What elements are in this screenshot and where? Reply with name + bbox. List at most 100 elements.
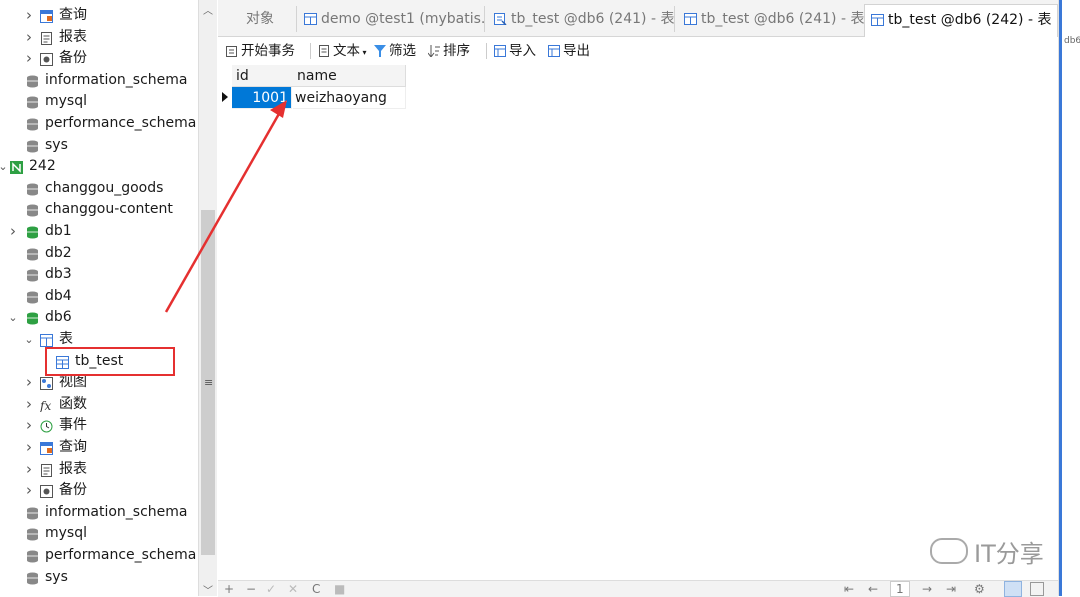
tree-item-[interactable]: › 备份 (0, 48, 198, 69)
wechat-logo-icon (930, 538, 968, 564)
export-icon (548, 43, 560, 57)
settings-gear-icon[interactable]: ⚙ (974, 581, 985, 597)
discard-changes-button[interactable]: ✕ (288, 581, 298, 597)
tree-item-db2[interactable]: db2 (0, 243, 198, 264)
current-row-marker-icon (222, 92, 228, 102)
tree-item-db4[interactable]: db4 (0, 286, 198, 307)
last-page-icon[interactable]: ⇥ (946, 581, 956, 597)
tables-icon (40, 333, 53, 347)
chevron-right-icon[interactable]: › (24, 480, 34, 501)
grid-view-icon[interactable] (1004, 581, 1022, 597)
tree-item-[interactable]: › 报表 (0, 459, 198, 480)
tree-scrollbar[interactable]: ︿ ﹀ (198, 0, 217, 597)
tree-item-changgou_goods[interactable]: changgou_goods (0, 178, 198, 199)
filter-button[interactable]: 筛选 (374, 41, 416, 61)
tab-objects[interactable]: 对象 (224, 6, 297, 32)
tree-item-label: information_schema (45, 503, 188, 520)
chevron-right-icon[interactable]: › (24, 5, 34, 26)
chevron-right-icon[interactable]: › (8, 221, 18, 242)
tree-item-label: db3 (45, 266, 72, 283)
previous-page-icon[interactable]: ← (868, 581, 878, 597)
tab-tb-test-241-query[interactable]: tb_test @db6 (241) - 表 (488, 6, 675, 32)
database-icon (26, 95, 39, 109)
tree-item-label: 查询 (59, 7, 87, 23)
tree-item-mysql[interactable]: mysql (0, 91, 198, 112)
chevron-right-icon[interactable]: › (24, 27, 34, 48)
first-page-icon[interactable]: ⇤ (844, 581, 854, 597)
tree-item-sys[interactable]: sys (0, 567, 198, 588)
tab-label: 对象 (246, 11, 274, 27)
chevron-down-icon[interactable]: ⌄ (0, 156, 8, 177)
tree-item-label: 函数 (59, 395, 87, 412)
table-cell-name[interactable]: weizhaoyang (293, 87, 406, 109)
table-toolbar: 开始事务 文本 ▾ 筛选 排序 导入 导出 (218, 37, 1058, 63)
tab-tb-test-242-table[interactable]: tb_test @db6 (242) - 表 (864, 4, 1058, 37)
tree-item-db1[interactable]: › db1 (0, 221, 198, 242)
tree-item-mysql[interactable]: mysql (0, 523, 198, 544)
chevron-down-icon[interactable]: ⌄ (24, 329, 34, 350)
tab-label: tb_test @db6 (241) - 表 (701, 11, 865, 27)
tree-item-label: 报表 (59, 460, 87, 477)
transaction-icon (226, 43, 238, 57)
tree-item-label: sys (45, 136, 68, 153)
tab-demo-test1[interactable]: demo @test1 (mybatis... (298, 6, 485, 32)
import-button[interactable]: 导入 (494, 41, 536, 61)
toolbar-divider (486, 43, 487, 59)
table-icon (871, 7, 884, 26)
tree-item-db3[interactable]: db3 (0, 264, 198, 285)
panel-accent-bar (1059, 0, 1062, 596)
table-cell-id[interactable]: 1001 (232, 87, 292, 109)
scroll-up-icon[interactable]: ︿ (199, 2, 217, 17)
text-view-button[interactable]: 文本 ▾ (318, 41, 367, 61)
report-icon (40, 463, 53, 477)
tree-item-information_schema[interactable]: information_schema (0, 70, 198, 91)
refresh-button[interactable]: C (312, 581, 320, 597)
tree-item-[interactable]: › 查询 (0, 437, 198, 458)
table-icon (684, 8, 697, 25)
tree-item-[interactable]: › 备份 (0, 480, 198, 501)
tree-item-[interactable]: › 查询 (0, 5, 198, 26)
database-icon (26, 182, 39, 196)
form-view-icon[interactable] (1030, 582, 1044, 596)
scroll-down-icon[interactable]: ﹀ (199, 582, 217, 597)
tab-tb-test-241-table[interactable]: tb_test @db6 (241) - 表 (678, 6, 867, 32)
chevron-right-icon[interactable]: › (24, 415, 34, 436)
chevron-down-icon[interactable]: ⌄ (8, 307, 18, 328)
query-icon (40, 9, 53, 23)
page-number-input[interactable]: 1 (890, 581, 910, 597)
tree-item-performance_schema[interactable]: performance_schema (0, 545, 198, 566)
tree-item-[interactable]: › 事件 (0, 415, 198, 436)
chevron-right-icon[interactable]: › (24, 459, 34, 480)
column-header-id[interactable]: id (232, 65, 294, 87)
chevron-right-icon[interactable]: › (24, 48, 34, 69)
tree-item-db6[interactable]: ⌄ db6 (0, 307, 198, 328)
chevron-right-icon[interactable]: › (24, 372, 34, 393)
tree-item-[interactable]: › 报表 (0, 27, 198, 48)
apply-changes-button[interactable]: ✓ (266, 581, 276, 597)
sort-button[interactable]: 排序 (427, 41, 470, 61)
chevron-right-icon[interactable]: › (24, 394, 34, 415)
begin-transaction-button[interactable]: 开始事务 (226, 41, 295, 61)
chevron-right-icon[interactable]: › (24, 437, 34, 458)
toolbar-divider (310, 43, 311, 59)
query-icon (40, 441, 53, 455)
next-page-icon[interactable]: → (922, 581, 932, 597)
column-header-name[interactable]: name (293, 65, 406, 87)
tree-item-label: 备份 (59, 50, 87, 67)
tree-item-performance_schema[interactable]: performance_schema (0, 113, 198, 134)
tree-item-information_schema[interactable]: information_schema (0, 502, 198, 523)
splitter-handle-icon[interactable]: ≡ (204, 376, 213, 389)
database-icon (26, 203, 39, 217)
tree-item-sys[interactable]: sys (0, 135, 198, 156)
tree-item-label: 事件 (59, 417, 87, 434)
import-icon (494, 43, 506, 57)
tree-item-242[interactable]: ⌄ 242 (0, 156, 198, 177)
tab-label: tb_test @db6 (242) - 表 (888, 12, 1052, 28)
export-button[interactable]: 导出 (548, 41, 590, 61)
stop-button[interactable]: ■ (334, 581, 345, 597)
tree-item-[interactable]: › fx 函数 (0, 394, 198, 415)
tree-item-changgou-content[interactable]: changgou-content (0, 199, 198, 220)
add-record-button[interactable]: + (224, 581, 234, 597)
delete-record-button[interactable]: − (246, 581, 256, 597)
navigation-tree: › 查询 › 报表 › 备份 information_schema mysql performa… (0, 0, 198, 596)
